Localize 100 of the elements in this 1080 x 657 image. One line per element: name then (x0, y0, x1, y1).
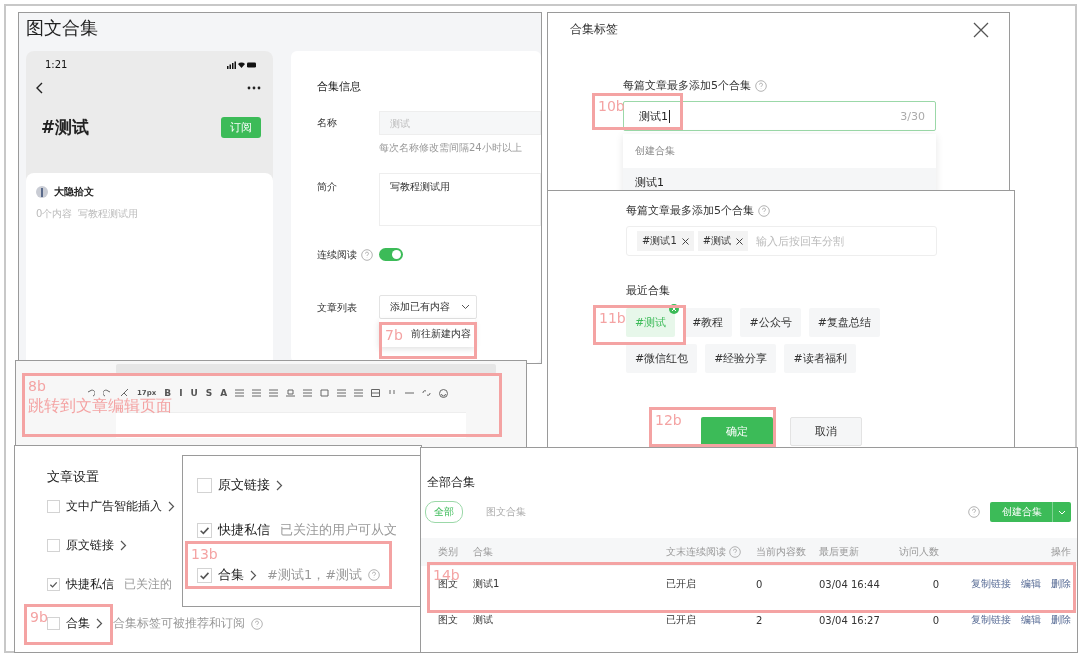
help-icon[interactable] (251, 617, 263, 630)
setting-label[interactable]: 快捷私信 (66, 576, 114, 593)
tag-chip: #测试1 (637, 231, 694, 251)
toggle-switch[interactable] (379, 248, 403, 261)
help-icon[interactable] (368, 569, 381, 581)
format-button[interactable]: A (220, 388, 228, 398)
setting-label[interactable]: 原文链接 (66, 537, 114, 554)
checkbox[interactable] (47, 539, 60, 552)
align-icon[interactable] (286, 389, 296, 397)
recent-tag[interactable]: #读者福利 (784, 344, 856, 373)
menu-item[interactable]: 前往新建内容 (411, 327, 475, 341)
format-button[interactable]: S (205, 388, 213, 398)
checkbox[interactable] (197, 567, 212, 583)
setting-label[interactable]: 快捷私信 (218, 521, 270, 539)
redo-icon[interactable] (103, 389, 112, 397)
checkbox[interactable] (47, 500, 60, 513)
lines-icon[interactable] (235, 389, 245, 397)
check-icon (49, 580, 58, 589)
intro-field[interactable]: 写教程测试用 (379, 173, 541, 226)
setting-label[interactable]: 原文链接 (218, 476, 270, 494)
close-icon[interactable] (973, 21, 989, 38)
tags-placeholder: 输入后按回车分割 (756, 233, 845, 249)
undo-icon[interactable] (86, 389, 95, 397)
back-icon[interactable] (36, 82, 43, 94)
lines-icon[interactable] (337, 389, 347, 397)
frame-icon[interactable] (320, 389, 330, 397)
table-cell-text: 2 (756, 614, 764, 626)
table-cell-text: 已开启 (666, 613, 697, 627)
format-button[interactable]: B (164, 388, 172, 398)
field-label: 文章列表 (317, 301, 358, 315)
recent-tag[interactable]: #公众号 (740, 308, 801, 337)
table-cell-text: 0 (931, 578, 939, 590)
setting-note: 已关注的 (124, 576, 172, 593)
cancel-button[interactable]: 取消 (790, 417, 862, 446)
table-cell-text: 图文 (438, 613, 459, 627)
recent-tag[interactable]: #微信红包 (626, 344, 698, 373)
tag-input[interactable]: 测试1 3/30 (623, 101, 936, 131)
field-label: 名称 (317, 116, 338, 130)
lines-icon[interactable] (252, 389, 262, 397)
status-icons-drawing (227, 60, 257, 69)
action-link[interactable]: 复制链接 (971, 577, 1011, 591)
annotation-label: 12b (655, 412, 682, 428)
article-select[interactable]: 添加已有内容 (379, 295, 477, 319)
recent-tag[interactable]: #教程 (683, 308, 733, 337)
action-link[interactable]: 编辑 (1021, 613, 1041, 627)
caret-icon (461, 304, 470, 310)
checkbox[interactable] (197, 477, 212, 493)
table-cell-text: 测试1 (473, 577, 501, 591)
avatar-icon (36, 186, 48, 198)
column-header: 类别 (438, 545, 458, 559)
remove-icon[interactable] (736, 237, 744, 245)
annotation-label: 9b (30, 609, 48, 625)
help-icon[interactable] (758, 204, 770, 217)
checkbox[interactable] (47, 617, 60, 630)
annotation-label: 11b (599, 310, 626, 326)
setting-note: 已关注的用户可从文 (280, 521, 397, 539)
help-icon[interactable] (968, 506, 980, 518)
collection-title: #测试 (41, 116, 90, 139)
column-header: 操作 (1051, 545, 1071, 559)
emoji-icon[interactable] (439, 388, 449, 398)
setting-label[interactable]: 合集 (218, 566, 244, 584)
lines-icon[interactable] (269, 389, 279, 397)
column-header: 合集 (473, 545, 493, 559)
author-name: 大隐拾文 (54, 185, 94, 199)
help-icon[interactable] (729, 546, 741, 558)
table-cell-text: 已开启 (666, 577, 697, 591)
tag-chip: #测试 (697, 231, 749, 251)
action-link[interactable]: 编辑 (1021, 577, 1041, 591)
help-icon[interactable] (755, 79, 767, 92)
action-link[interactable]: 删除 (1051, 577, 1071, 591)
setting-label[interactable]: 文中广告智能插入 (66, 498, 162, 515)
remove-icon[interactable] (681, 237, 689, 245)
more-icon[interactable] (247, 86, 261, 90)
setting-label[interactable]: 合集 (66, 615, 90, 632)
setting-note: #测试1，#测试 (267, 566, 363, 584)
form-heading: 合集信息 (317, 79, 362, 94)
tags-field[interactable]: #测试1 #测试 输入后按回车分割 (626, 226, 937, 256)
lines-icon[interactable] (303, 389, 313, 397)
annotation-label: 7b (385, 327, 403, 343)
recent-tag[interactable]: #复盘总结 (808, 308, 880, 337)
link-icon[interactable] (422, 389, 432, 397)
quote-icon[interactable] (388, 389, 398, 397)
field-label: 简介 (317, 180, 338, 194)
table-cell-text: 03/04 16:27 (819, 614, 881, 626)
action-link[interactable]: 删除 (1051, 613, 1071, 627)
help-icon[interactable] (361, 249, 373, 261)
action-link[interactable]: 复制链接 (971, 613, 1011, 627)
recent-tag[interactable]: #经验分享 (705, 344, 777, 373)
table-icon[interactable] (371, 389, 381, 397)
dropdown-heading: 创建合集 (634, 144, 676, 158)
dialog-title: 合集标签 (570, 21, 618, 38)
format-button[interactable]: I (179, 388, 183, 398)
checkbox[interactable] (197, 522, 212, 538)
collections-title: 全部合集 (426, 474, 476, 491)
brush-icon[interactable] (120, 389, 129, 397)
format-button[interactable]: U (190, 388, 198, 398)
checkbox[interactable] (47, 578, 60, 591)
caret-icon (1058, 509, 1066, 515)
lines-icon[interactable] (354, 389, 364, 397)
divider-icon[interactable] (405, 389, 415, 397)
